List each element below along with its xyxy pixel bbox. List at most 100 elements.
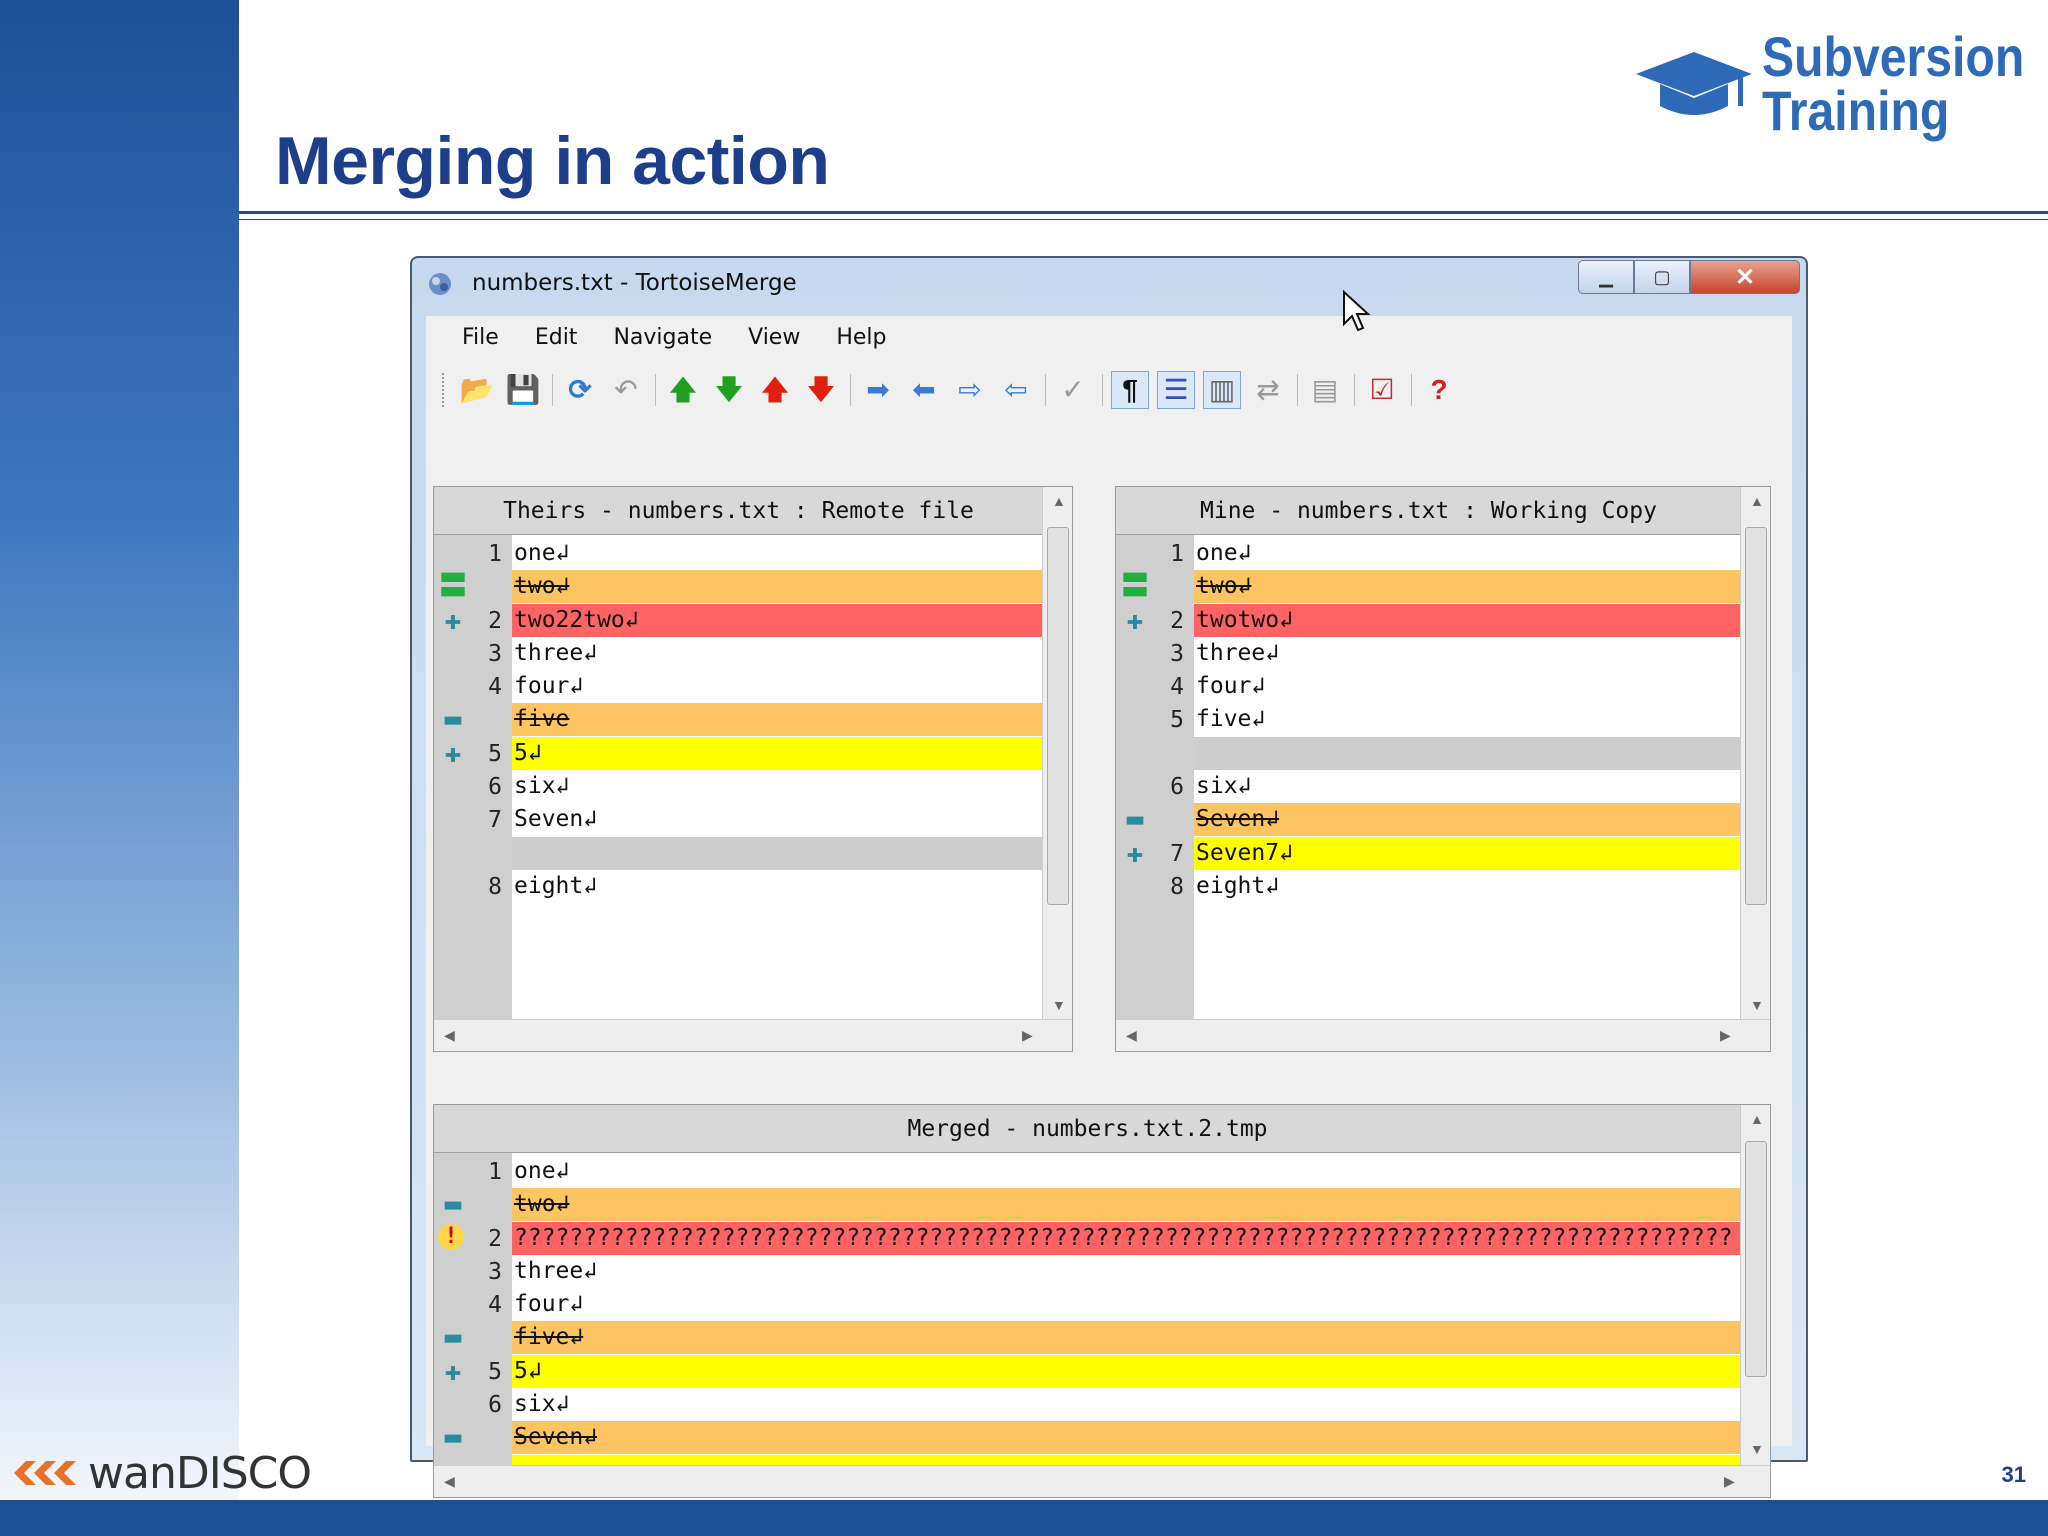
diff-line-unchanged[interactable]: 3 three↲ — [434, 1254, 1741, 1288]
diff-line-added[interactable]: ✚ 7 Seven7↲ — [1116, 836, 1741, 870]
line-text: ????????????????????????????????????????… — [512, 1221, 1741, 1255]
undo-icon[interactable]: ↶ — [607, 371, 645, 409]
diff-line-filler[interactable] — [1116, 736, 1741, 770]
diff-line-conflicted[interactable]: ! 2??????????????????????????????????????… — [434, 1221, 1741, 1255]
merged-vertical-scrollbar[interactable]: ▲ ▼ — [1740, 1105, 1770, 1467]
line-text: Seven↲ — [512, 803, 1043, 837]
diff-line-unchanged[interactable]: 8 eight↲ — [1116, 869, 1741, 903]
diff-line-unchanged[interactable]: 4 four↲ — [434, 1288, 1741, 1322]
scroll-right-icon[interactable]: ▶ — [1022, 1027, 1033, 1044]
use-theirs-icon[interactable]: ➡ — [859, 371, 897, 409]
previous-conflict-icon[interactable]: 🡅 — [756, 371, 794, 409]
theirs-horizontal-scrollbar[interactable]: ◀ ▶ — [434, 1019, 1072, 1051]
scroll-left-icon[interactable]: ◀ — [444, 1473, 455, 1490]
line-text: four↲ — [512, 670, 1043, 704]
line-number: 1 — [488, 1159, 502, 1185]
menu-file[interactable]: File — [462, 325, 499, 350]
toolbar-separator — [1297, 374, 1298, 406]
scroll-down-icon[interactable]: ▼ — [1750, 997, 1764, 1013]
diff-line-removed[interactable]: ▬ five — [434, 703, 1043, 737]
next-conflict-icon[interactable]: 🡇 — [802, 371, 840, 409]
diff-line-removed[interactable]: 〓 two↲ — [1116, 570, 1741, 604]
diff-line-removed[interactable]: ▬ five↲ — [434, 1321, 1741, 1355]
whitespace-icon[interactable]: ¶ — [1111, 371, 1149, 409]
diff-line-unchanged[interactable]: 8 eight↲ — [434, 869, 1043, 903]
merged-scroll-thumb[interactable] — [1745, 1141, 1767, 1377]
mine-vertical-scrollbar[interactable]: ▲ ▼ — [1740, 487, 1770, 1021]
help-icon[interactable]: ? — [1420, 371, 1458, 409]
reload-icon[interactable]: ⟳ — [561, 371, 599, 409]
diff-line-removed[interactable]: ▬ two↲ — [434, 1188, 1741, 1222]
scroll-right-icon[interactable]: ▶ — [1724, 1473, 1735, 1490]
mine-scroll-thumb[interactable] — [1745, 527, 1767, 905]
line-text: six↲ — [512, 1388, 1741, 1422]
diff-line-removed[interactable]: ▬ Seven↲ — [1116, 803, 1741, 837]
use-mine-icon[interactable]: ⬅ — [905, 371, 943, 409]
wandisco-logo: wanDISCO — [14, 1447, 312, 1499]
scroll-right-icon[interactable]: ▶ — [1720, 1027, 1731, 1044]
diff-line-removed[interactable]: 〓 two↲ — [434, 570, 1043, 604]
menu-navigate[interactable]: Navigate — [613, 325, 712, 350]
previous-difference-icon[interactable]: 🡅 — [664, 371, 702, 409]
scroll-up-icon[interactable]: ▲ — [1750, 1111, 1764, 1127]
line-number: 3 — [488, 1258, 502, 1285]
diff-line-conflicted[interactable]: ✚ 2 twotwo↲ — [1116, 603, 1741, 637]
line-text: three↲ — [512, 636, 1043, 670]
scroll-up-icon[interactable]: ▲ — [1750, 493, 1764, 509]
line-text: five — [512, 703, 1043, 737]
menu-view[interactable]: View — [748, 325, 800, 350]
diff-line-unchanged[interactable]: 4 four↲ — [434, 670, 1043, 704]
maximize-button[interactable]: ▢ — [1634, 260, 1690, 294]
diff-line-added[interactable]: ✚ 5 5↲ — [434, 1354, 1741, 1388]
use-mine-before-theirs-icon[interactable]: ⇦ — [997, 371, 1035, 409]
line-text — [512, 836, 1043, 870]
diff-line-unchanged[interactable]: 3 three↲ — [1116, 636, 1741, 670]
diff-line-added[interactable]: ✚ 5 5↲ — [434, 736, 1043, 770]
diff-line-conflicted[interactable]: ✚ 2 two22two↲ — [434, 603, 1043, 637]
line-number: 4 — [1170, 674, 1184, 701]
diff-line-unchanged[interactable]: 5 five↲ — [1116, 703, 1741, 737]
resolved-check-icon[interactable]: ☑ — [1363, 371, 1401, 409]
close-button[interactable]: ✕ — [1690, 260, 1800, 294]
next-difference-icon[interactable]: 🡇 — [710, 371, 748, 409]
wandisco-wordmark: wanDISCO — [88, 1447, 312, 1499]
diff-line-unchanged[interactable]: 6 six↲ — [434, 770, 1043, 804]
merged-pane[interactable]: Merged - numbers.txt.2.tmp 1 one↲ ▬ two↲! 2?… — [433, 1104, 1771, 1498]
scroll-left-icon[interactable]: ◀ — [1126, 1027, 1137, 1044]
diff-line-unchanged[interactable]: 1 one↲ — [1116, 537, 1741, 570]
mark-resolved-icon[interactable]: ✓ — [1054, 371, 1092, 409]
diff-line-removed[interactable]: ▬ Seven↲ — [434, 1421, 1741, 1455]
theirs-vertical-scrollbar[interactable]: ▲ ▼ — [1042, 487, 1072, 1021]
scroll-down-icon[interactable]: ▼ — [1052, 997, 1066, 1013]
merged-horizontal-scrollbar[interactable]: ◀ ▶ — [434, 1465, 1770, 1497]
scroll-down-icon[interactable]: ▼ — [1750, 1441, 1764, 1457]
theirs-pane[interactable]: Theirs - numbers.txt : Remote file 1 one↲… — [433, 486, 1073, 1052]
menu-help[interactable]: Help — [836, 325, 886, 350]
window-titlebar[interactable]: numbers.txt - TortoiseMerge ▁ ▢ ✕ — [412, 258, 1806, 308]
diff-line-unchanged[interactable]: 4 four↲ — [1116, 670, 1741, 704]
diff-line-unchanged[interactable]: 1 one↲ — [434, 1155, 1741, 1188]
switch-left-right-icon[interactable]: ⇄ — [1249, 371, 1287, 409]
theirs-scroll-thumb[interactable] — [1047, 527, 1069, 905]
one-pane-view-icon[interactable]: ▥ — [1203, 371, 1241, 409]
save-icon[interactable]: 💾 — [504, 371, 542, 409]
minimize-button[interactable]: ▁ — [1578, 260, 1634, 294]
mine-pane[interactable]: Mine - numbers.txt : Working Copy 1 one↲ 〓… — [1115, 486, 1771, 1052]
toolbar-grip[interactable] — [442, 373, 446, 407]
diff-line-unchanged[interactable]: 7 Seven↲ — [434, 803, 1043, 837]
use-theirs-before-mine-icon[interactable]: ⇨ — [951, 371, 989, 409]
diff-line-unchanged[interactable]: 6 six↲ — [1116, 770, 1741, 804]
open-icon[interactable]: 📂 — [458, 371, 496, 409]
mine-horizontal-scrollbar[interactable]: ◀ ▶ — [1116, 1019, 1770, 1051]
scroll-up-icon[interactable]: ▲ — [1052, 493, 1066, 509]
subversion-training-logo: Subversion Training — [1632, 29, 2032, 150]
diff-line-unchanged[interactable]: 1 one↲ — [434, 537, 1043, 570]
scroll-left-icon[interactable]: ◀ — [444, 1027, 455, 1044]
menu-edit[interactable]: Edit — [535, 325, 578, 350]
diff-line-unchanged[interactable]: 6 six↲ — [434, 1388, 1741, 1422]
diff-line-filler[interactable] — [434, 836, 1043, 870]
diff-line-unchanged[interactable]: 3 three↲ — [434, 636, 1043, 670]
inline-diff-icon[interactable]: ☰ — [1157, 371, 1195, 409]
patch-icon[interactable]: ▤ — [1306, 371, 1344, 409]
line-text: 5↲ — [512, 1354, 1741, 1388]
